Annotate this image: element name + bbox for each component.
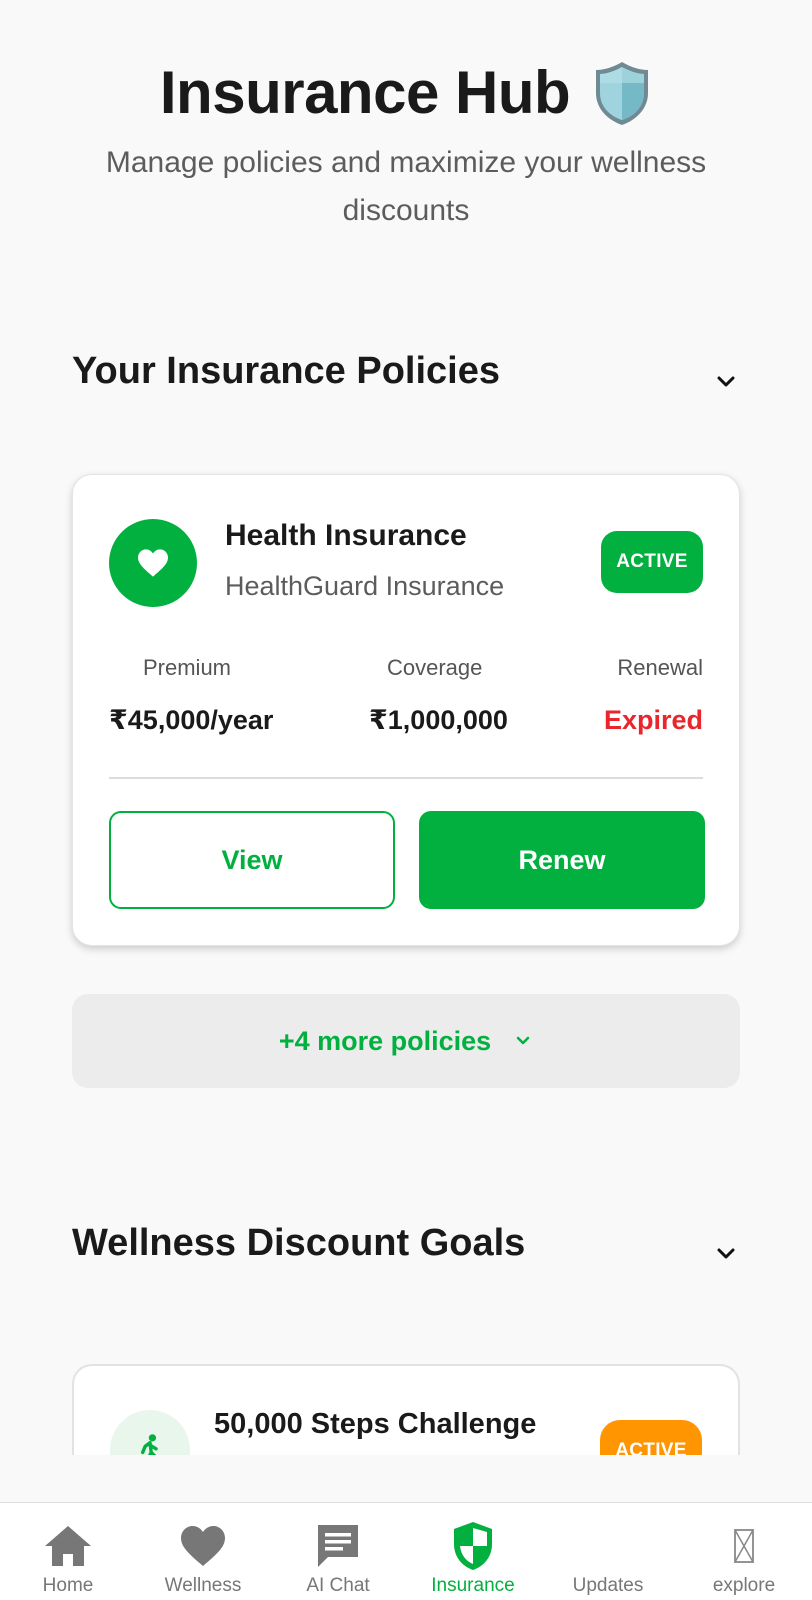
more-policies-label: +4 more policies (278, 1025, 492, 1056)
coverage-label: Coverage (387, 655, 483, 680)
nav-label-updates: Updates (572, 1575, 644, 1596)
nav-label-wellness: Wellness (164, 1575, 242, 1596)
walking-icon (141, 1434, 158, 1455)
nav-label-ai-chat: AI Chat (306, 1575, 370, 1596)
goal-status-badge: ACTIVE (600, 1420, 702, 1455)
nav-label-explore: explore (712, 1575, 776, 1596)
policy-icon (109, 519, 197, 607)
explore-icon (716, 1519, 772, 1573)
policy-name: Health Insurance (225, 519, 467, 552)
card-divider (109, 777, 703, 779)
goals-section-title: Wellness Discount Goals (72, 1221, 526, 1264)
view-button[interactable]: View (109, 811, 395, 909)
title-row: Insurance Hub (0, 58, 812, 127)
policy-provider: HealthGuard Insurance (225, 571, 505, 601)
nav-insurance[interactable]: Insurance (413, 1503, 533, 1600)
shield-emoji-icon (596, 61, 649, 125)
more-policies-button[interactable]: +4 more policies (72, 994, 740, 1088)
goals-section-header[interactable]: Wellness Discount Goals (72, 1218, 740, 1268)
coverage-value: ₹1,000,000 (369, 705, 508, 735)
insurance-page: Insurance Hub Manage policies and maximi… (0, 0, 812, 1455)
renewal-value: Expired (603, 705, 703, 735)
nav-explore[interactable]: explore (684, 1503, 804, 1600)
renewal-label: Renewal (617, 655, 703, 680)
premium-label: Premium (143, 655, 232, 680)
page-subtitle: Manage policies and maximize your wellne… (105, 146, 707, 227)
policy-card[interactable]: Health Insurance HealthGuard Insurance A… (72, 474, 740, 946)
nav-updates[interactable]: Updates (548, 1503, 668, 1600)
goal-title: 50,000 Steps Challenge (214, 1408, 537, 1440)
nav-label-insurance: Insurance (431, 1575, 515, 1596)
chevron-down-icon[interactable] (712, 1240, 740, 1268)
home-icon (40, 1519, 96, 1573)
page-title: Insurance Hub (159, 59, 571, 126)
nav-label-home: Home (42, 1575, 94, 1596)
shield-icon (445, 1519, 501, 1573)
chevron-down-icon[interactable] (712, 368, 740, 396)
policies-section-title: Your Insurance Policies (72, 349, 501, 392)
renew-button[interactable]: Renew (419, 811, 705, 909)
status-badge: ACTIVE (601, 531, 703, 593)
nav-home[interactable]: Home (8, 1503, 128, 1600)
chat-icon (310, 1519, 366, 1573)
nav-wellness[interactable]: Wellness (143, 1503, 263, 1600)
goal-icon (110, 1410, 190, 1455)
heart-icon (175, 1519, 231, 1573)
bottom-nav: Home Wellness AI Chat Insurance Updates … (0, 1502, 812, 1600)
goal-card[interactable]: 50,000 Steps Challenge ACTIVE (72, 1364, 740, 1455)
policies-section-header[interactable]: Your Insurance Policies (72, 346, 740, 396)
page-header: Insurance Hub Manage policies and maximi… (0, 58, 812, 235)
heart-icon (138, 549, 168, 577)
updates-icon (580, 1519, 636, 1573)
premium-value: ₹45,000/year (109, 705, 274, 735)
nav-ai-chat[interactable]: AI Chat (278, 1503, 398, 1600)
chevron-down-icon (516, 1036, 530, 1045)
